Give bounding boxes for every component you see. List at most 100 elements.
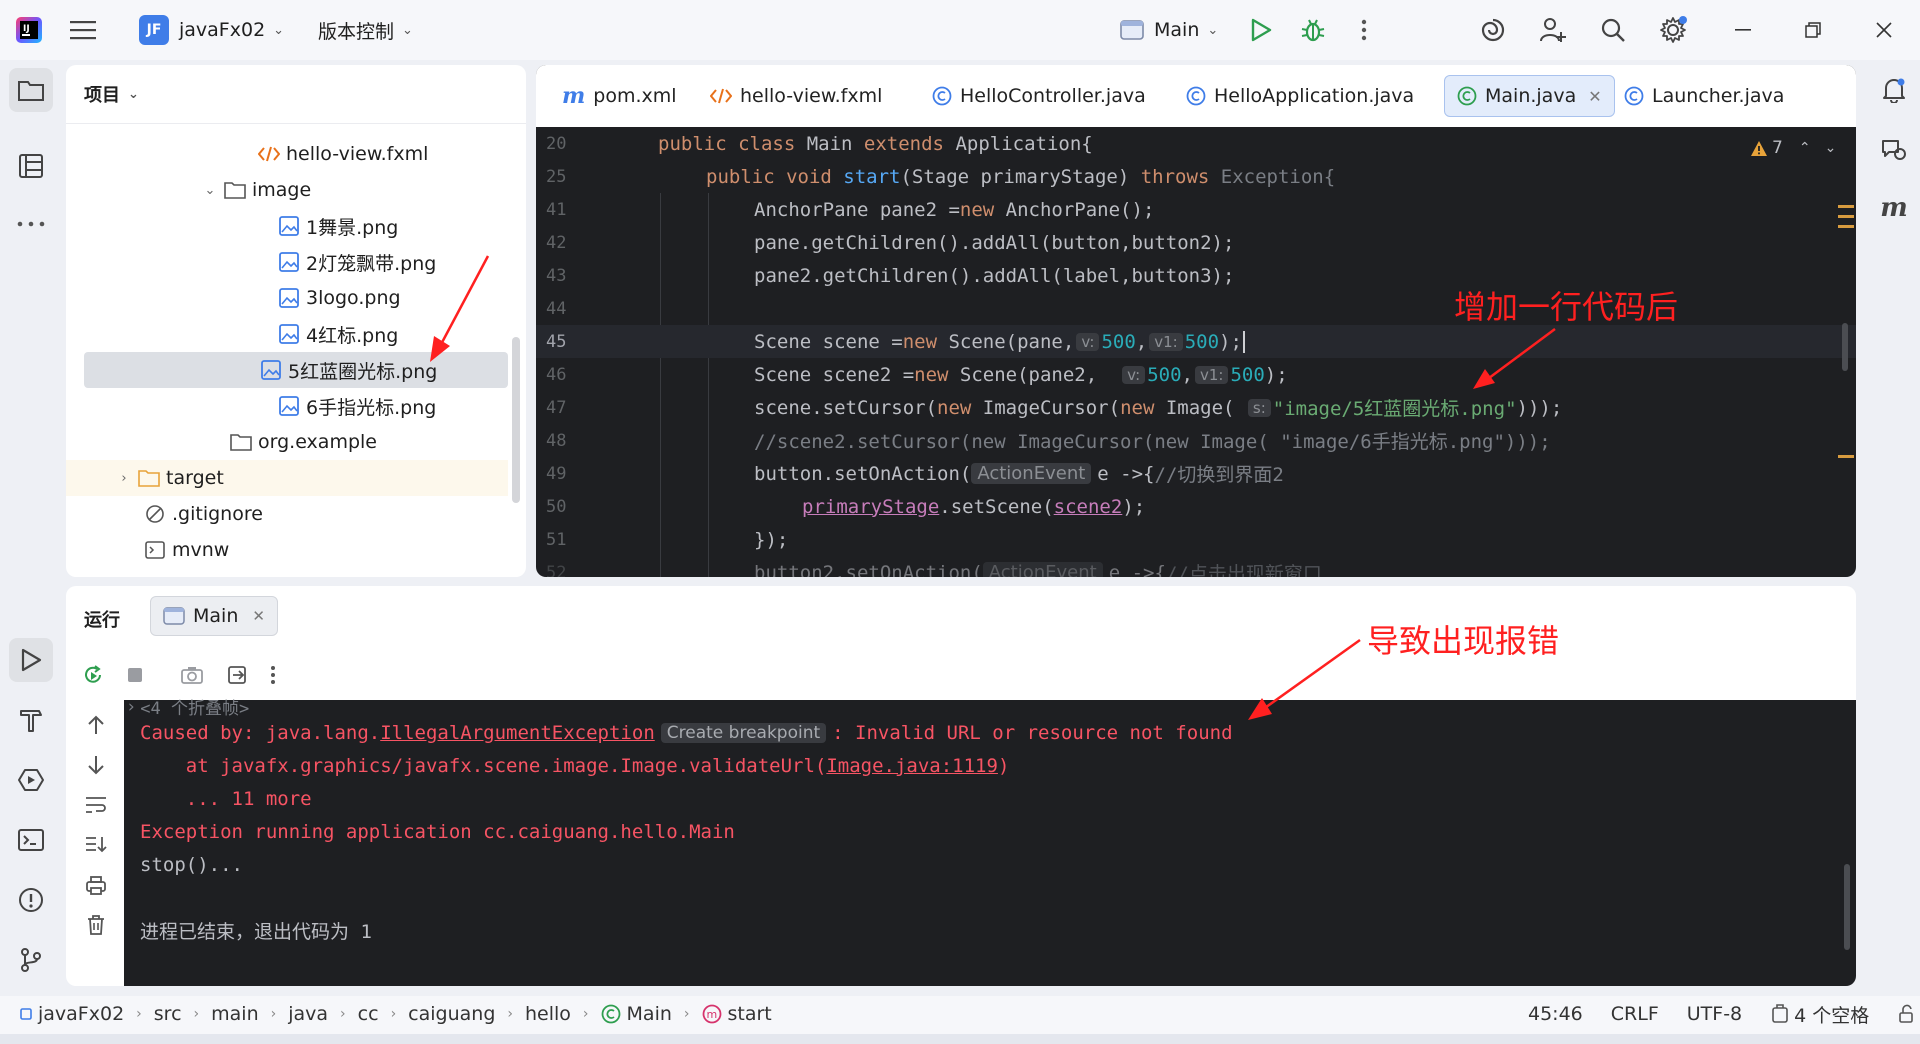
chevron-right-icon: › xyxy=(136,1006,142,1022)
breadcrumb-item[interactable]: javaFx02 xyxy=(20,1003,124,1025)
class-icon xyxy=(1624,86,1644,106)
run-console[interactable]: › <4 个折叠帧> Caused by: java.lang. IllegalAr… xyxy=(124,697,1856,986)
error-stripe-mark[interactable] xyxy=(1838,455,1854,458)
project-panel-header[interactable]: 项目 ⌄ xyxy=(84,81,139,107)
main-menu-button[interactable] xyxy=(70,0,96,60)
tree-item-org-example[interactable]: org.example xyxy=(84,424,508,460)
scroll-to-end-icon[interactable] xyxy=(84,834,108,856)
error-stripe-mark[interactable] xyxy=(1838,215,1854,218)
chevron-right-icon[interactable]: › xyxy=(126,697,136,717)
build-tool-button[interactable] xyxy=(9,698,53,742)
error-stripe-mark[interactable] xyxy=(1838,205,1854,208)
tree-item-target[interactable]: › target xyxy=(66,460,508,496)
tree-item-png[interactable]: 6手指光标.png xyxy=(84,388,508,424)
error-stripe-mark[interactable] xyxy=(1838,225,1854,228)
code-line-51: 51}); xyxy=(536,523,1856,556)
breadcrumb-item[interactable]: Main xyxy=(601,1003,672,1025)
tree-item-mvnw[interactable]: mvnw xyxy=(84,532,508,568)
code-area[interactable]: 20 public class Main extends Application{… xyxy=(536,127,1856,577)
chevron-up-icon[interactable]: ⌃ xyxy=(1799,140,1811,156)
run-config-selector[interactable]: Main ⌄ xyxy=(1120,0,1218,60)
close-tab-icon[interactable]: ✕ xyxy=(252,607,265,625)
breadcrumb-item[interactable]: java xyxy=(288,1003,328,1025)
restore-button[interactable] xyxy=(1795,12,1831,48)
vcs-menu[interactable]: 版本控制 ⌄ xyxy=(318,0,413,60)
breadcrumb-item[interactable]: cc xyxy=(358,1003,379,1025)
soft-wrap-icon[interactable] xyxy=(84,794,108,816)
trash-icon[interactable] xyxy=(85,914,107,936)
stacktrace-link[interactable]: Image.java:1119 xyxy=(826,755,998,777)
caret-position[interactable]: 45:46 xyxy=(1528,1003,1583,1025)
tab-pom-xml[interactable]: m pom.xml xyxy=(550,75,689,117)
more-actions-button[interactable] xyxy=(1346,12,1382,48)
chevron-right-icon[interactable]: › xyxy=(116,471,132,486)
inspection-widget[interactable]: 7 ⌃ ⌄ xyxy=(1750,133,1836,163)
console-scrollbar-thumb[interactable] xyxy=(1844,864,1850,950)
run-tab-main[interactable]: Main ✕ xyxy=(150,596,278,636)
run-button[interactable] xyxy=(1243,12,1279,48)
tree-item-gitignore[interactable]: .gitignore xyxy=(84,496,508,532)
create-breakpoint-button[interactable]: Create breakpoint xyxy=(660,722,827,743)
print-icon[interactable] xyxy=(84,874,108,896)
console-text: at javafx.graphics/javafx.scene.image.Im… xyxy=(140,754,827,777)
chevron-down-icon[interactable]: ⌄ xyxy=(1825,140,1837,156)
breadcrumb-item[interactable]: src xyxy=(154,1003,182,1025)
rerun-icon[interactable] xyxy=(82,664,104,686)
breadcrumb-item[interactable]: caiguang xyxy=(408,1003,495,1025)
tab-hello-view-fxml[interactable]: hello-view.fxml xyxy=(698,75,894,117)
tab-main-java[interactable]: Main.java ✕ xyxy=(1444,75,1615,117)
services-tool-button[interactable] xyxy=(9,758,53,802)
param-hint: ActionEvent xyxy=(971,463,1092,484)
notifications-button[interactable] xyxy=(1876,72,1912,108)
more-tools-button[interactable] xyxy=(9,202,53,246)
tab-launcher[interactable]: Launcher.java xyxy=(1612,75,1796,117)
close-tab-icon[interactable]: ✕ xyxy=(1588,87,1601,106)
ai-chat-button[interactable] xyxy=(1876,132,1912,168)
code-token: start xyxy=(843,165,901,188)
folder-icon xyxy=(138,467,160,489)
exit-icon[interactable] xyxy=(226,664,248,686)
stop-icon[interactable] xyxy=(126,666,144,684)
lock-icon[interactable] xyxy=(1897,1004,1917,1024)
tree-item-png[interactable]: 1舞景.png xyxy=(84,208,508,244)
tree-item-image-folder[interactable]: ⌄ image xyxy=(84,172,508,208)
ai-assistant-button[interactable] xyxy=(1475,12,1511,48)
indent-setting[interactable]: 4 个空格 xyxy=(1770,1001,1869,1028)
run-tool-button[interactable] xyxy=(9,638,53,682)
arrow-down-icon[interactable] xyxy=(86,754,106,776)
problems-tool-button[interactable] xyxy=(9,878,53,922)
tab-hello-controller[interactable]: HelloController.java xyxy=(920,75,1158,117)
project-selector[interactable]: JF javaFx02 ⌄ xyxy=(139,0,284,60)
structure-tool-button[interactable] xyxy=(9,144,53,188)
close-window-button[interactable] xyxy=(1866,12,1902,48)
code-line-42: 42 pane.getChildren().addAll(button,butto… xyxy=(536,226,1856,259)
breadcrumb-item[interactable]: m start xyxy=(702,1003,772,1025)
settings-button[interactable] xyxy=(1655,12,1691,48)
terminal-tool-button[interactable] xyxy=(9,818,53,862)
chevron-down-icon[interactable]: ⌄ xyxy=(202,183,218,198)
scrollbar-thumb[interactable] xyxy=(512,337,520,503)
add-user-button[interactable] xyxy=(1535,12,1571,48)
exception-link[interactable]: IllegalArgumentException xyxy=(380,722,655,744)
param-hint: s: xyxy=(1247,398,1271,417)
file-encoding[interactable]: UTF-8 xyxy=(1687,1003,1742,1025)
breadcrumb-item[interactable]: main xyxy=(211,1003,258,1025)
code-token: scene.setCursor( xyxy=(754,396,938,419)
breadcrumb-item[interactable]: hello xyxy=(525,1003,571,1025)
maven-button[interactable]: m xyxy=(1876,190,1912,226)
camera-icon[interactable] xyxy=(180,665,204,685)
minimize-button[interactable] xyxy=(1725,12,1761,48)
git-tool-button[interactable] xyxy=(9,938,53,982)
more-vertical-icon[interactable] xyxy=(270,665,276,685)
line-separator[interactable]: CRLF xyxy=(1611,1003,1659,1025)
play-icon xyxy=(21,648,42,672)
gear-icon xyxy=(1660,16,1687,43)
debug-button[interactable] xyxy=(1295,12,1331,48)
tab-hello-application[interactable]: HelloApplication.java xyxy=(1174,75,1426,117)
vertical-scrollbar-thumb[interactable] xyxy=(1842,323,1848,371)
arrow-up-icon[interactable] xyxy=(86,714,106,736)
project-tool-button[interactable] xyxy=(9,68,53,112)
tree-item-hello-view[interactable]: hello-view.fxml xyxy=(84,136,508,172)
code-token: , xyxy=(1181,363,1193,386)
search-button[interactable] xyxy=(1595,12,1631,48)
